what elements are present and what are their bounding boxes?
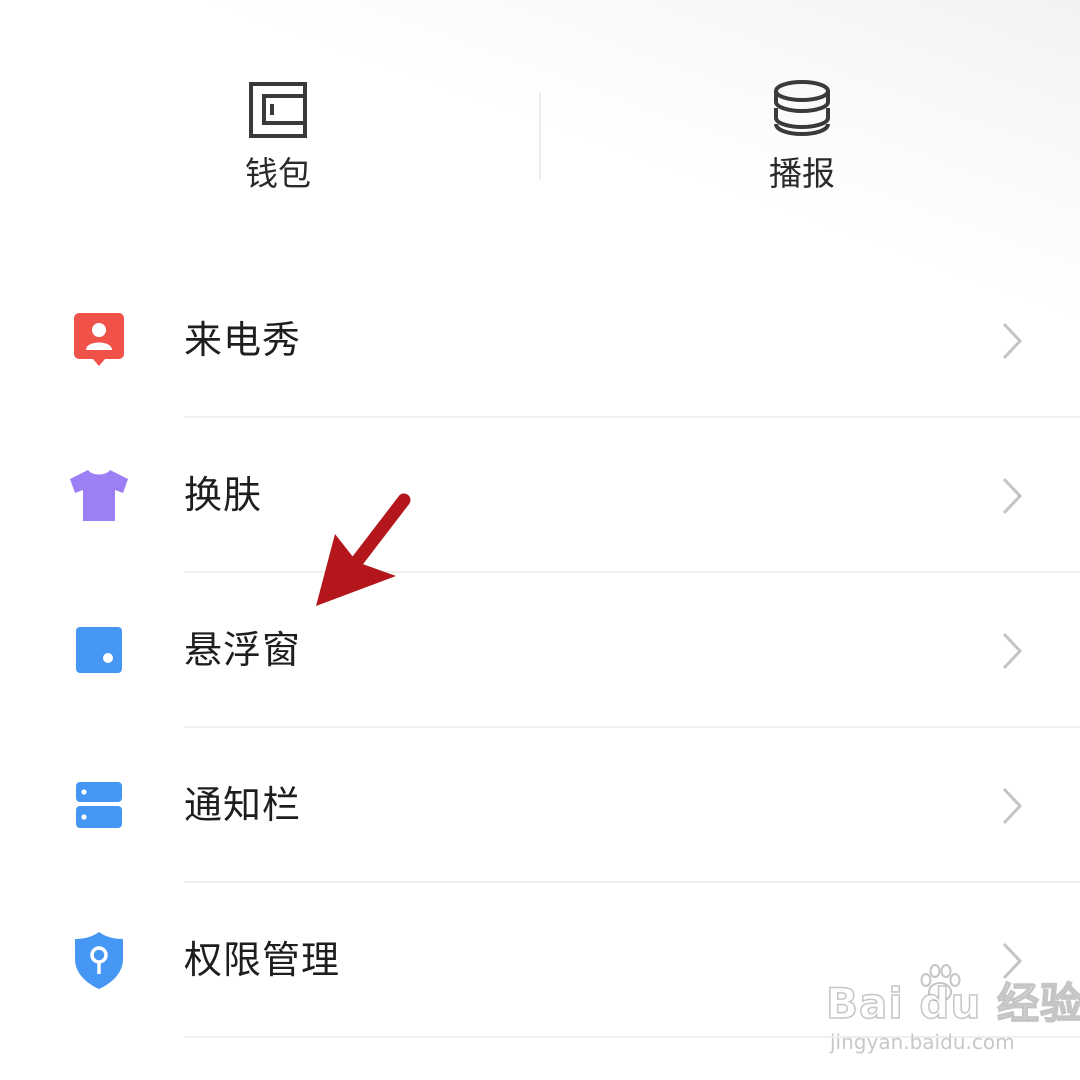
wallet-icon <box>249 82 307 138</box>
menu-item-label: 通知栏 <box>184 783 302 827</box>
watermark-brand: Bai du 经验 <box>825 979 1080 1029</box>
floating-window-icon <box>76 627 122 673</box>
shortcut-divider <box>539 92 541 180</box>
wallet-shortcut[interactable]: 钱包 <box>128 78 428 208</box>
database-stack-icon <box>774 80 830 137</box>
chevron-right-icon <box>1002 322 1023 360</box>
notification-bar-icon <box>76 782 122 828</box>
menu-item-label: 权限管理 <box>184 938 341 982</box>
settings-list: 来电秀 换肤 悬浮窗 通知栏 权限管理 <box>0 263 1080 1038</box>
menu-item-notification-bar[interactable]: 通知栏 <box>0 728 1080 883</box>
chevron-right-icon <box>1002 477 1023 515</box>
caller-show-icon <box>74 313 124 366</box>
shield-key-icon <box>75 932 123 989</box>
baidu-watermark: Bai du 经验 jingyan.baidu.com <box>825 962 1080 1062</box>
chevron-right-icon <box>1002 632 1023 670</box>
menu-item-label: 来电秀 <box>184 318 302 362</box>
menu-item-label: 悬浮窗 <box>184 628 302 672</box>
chevron-right-icon <box>1002 787 1023 825</box>
annotation-arrow-icon <box>316 493 411 606</box>
menu-item-label: 换肤 <box>184 473 263 517</box>
menu-item-caller-show[interactable]: 来电秀 <box>0 263 1080 418</box>
menu-item-skin[interactable]: 换肤 <box>0 418 1080 573</box>
broadcast-shortcut[interactable]: 播报 <box>652 78 952 208</box>
wallet-label: 钱包 <box>245 154 311 193</box>
broadcast-label: 播报 <box>769 154 835 193</box>
menu-item-floating-window[interactable]: 悬浮窗 <box>0 573 1080 728</box>
settings-page: 钱包 播报 来电秀 换肤 悬浮窗 通知栏 权限管理 Bai du 经验 jing… <box>0 0 1080 1080</box>
watermark-url: jingyan.baidu.com <box>830 1030 1015 1054</box>
tshirt-icon <box>70 470 128 521</box>
